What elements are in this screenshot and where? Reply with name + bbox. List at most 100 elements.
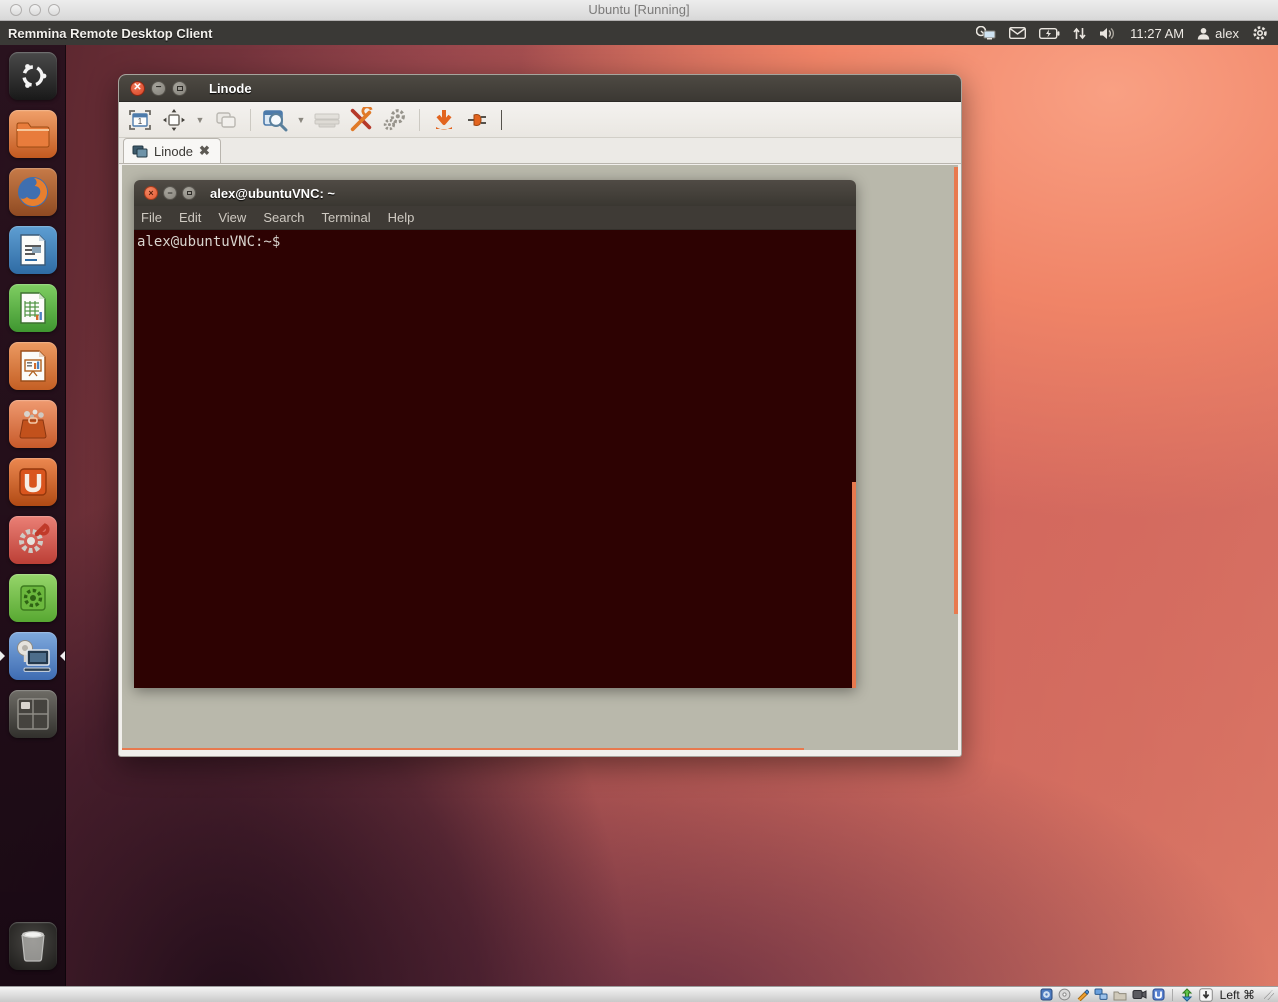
launcher-item-dash-home[interactable] — [9, 52, 57, 100]
panel-app-title[interactable]: Remmina Remote Desktop Client — [8, 26, 212, 41]
tablet-pen-icon[interactable] — [1076, 988, 1089, 1001]
toolbar-separator — [419, 109, 420, 131]
scaled-mode-icon — [162, 108, 186, 132]
unity-launcher — [0, 45, 66, 986]
host-key-label: Left ⌘ — [1220, 988, 1255, 1002]
viewport-bottom-artifact — [122, 748, 804, 750]
remmina-focused-indicator — [60, 651, 65, 661]
launcher-item-libreoffice-calc[interactable] — [9, 284, 57, 332]
optical-drives-icon[interactable] — [1058, 988, 1071, 1001]
launcher-item-firefox[interactable] — [9, 168, 57, 216]
user-icon — [1197, 27, 1210, 40]
terminal-minimize-button[interactable]: − — [163, 186, 177, 200]
maximize-glyph — [187, 191, 192, 195]
volume-indicator-icon[interactable] — [1099, 27, 1117, 40]
launcher-item-system-settings[interactable] — [9, 516, 57, 564]
minimize-arrow-icon — [432, 108, 456, 132]
menu-search[interactable]: Search — [263, 210, 304, 225]
fullscreen-button[interactable]: 1 — [127, 107, 153, 133]
terminal-titlebar[interactable]: × − alex@ubuntuVNC: ~ — [134, 180, 856, 206]
launcher-item-trash[interactable] — [9, 922, 57, 970]
remote-desktop-indicator-icon[interactable] — [976, 26, 996, 40]
launcher-item-home-folder[interactable] — [9, 110, 57, 158]
ubuntu-software-center-icon — [15, 406, 51, 442]
scaled-mode-button[interactable] — [161, 107, 187, 133]
disconnect-plug-icon — [465, 109, 491, 131]
mouse-integration-icon[interactable] — [1180, 988, 1194, 1002]
firefox-icon — [14, 173, 52, 211]
remmina-close-button[interactable]: ✕ — [130, 81, 145, 96]
resize-grip[interactable] — [1264, 990, 1274, 1000]
terminal-close-button[interactable]: × — [144, 186, 158, 200]
network-adapters-icon[interactable] — [1094, 988, 1108, 1001]
network-sync-indicator-icon[interactable] — [1073, 27, 1086, 40]
user-indicator[interactable]: alex — [1197, 26, 1239, 41]
connection-tab-close-button[interactable]: ✖ — [199, 143, 210, 159]
maximize-glyph — [177, 86, 183, 91]
menu-terminal[interactable]: Terminal — [322, 210, 371, 225]
clock-indicator[interactable]: 11:27 AM — [1130, 26, 1184, 41]
keyboard-capture-icon[interactable] — [1199, 988, 1213, 1002]
grab-keyboard-icon — [314, 111, 340, 129]
usb-devices-icon[interactable] — [1152, 988, 1165, 1001]
launcher-item-ubuntu-one[interactable] — [9, 458, 57, 506]
terminal-border-artifact — [852, 482, 856, 688]
libreoffice-calc-icon — [18, 291, 48, 325]
hard-disks-icon[interactable] — [1040, 988, 1053, 1001]
battery-indicator-icon[interactable] — [1039, 28, 1060, 39]
libreoffice-impress-icon — [18, 349, 48, 383]
connection-tab-linode[interactable]: Linode ✖ — [123, 138, 221, 163]
mail-indicator-icon[interactable] — [1009, 27, 1026, 39]
screenshot-options-dropdown[interactable]: ▼ — [296, 115, 306, 125]
virtualbox-vm-screen: Ubuntu [Running] Remmina Remote Desktop … — [0, 0, 1278, 1002]
switch-page-icon — [214, 110, 238, 130]
grab-keyboard-button[interactable] — [314, 107, 340, 133]
launcher-item-libreoffice-impress[interactable] — [9, 342, 57, 390]
remmina-icon — [14, 638, 52, 674]
menu-file[interactable]: File — [141, 210, 162, 225]
video-capture-icon[interactable] — [1132, 989, 1147, 1000]
shared-folders-icon[interactable] — [1113, 989, 1127, 1001]
switch-page-button[interactable] — [213, 107, 239, 133]
trash-icon — [18, 929, 48, 963]
statusbar-separator — [1172, 989, 1173, 1001]
host-window-titlebar[interactable]: Ubuntu [Running] — [0, 0, 1278, 21]
remmina-running-indicator — [0, 651, 5, 661]
remmina-minimize-button[interactable]: − — [151, 81, 166, 96]
screenshot-icon — [262, 108, 288, 132]
remmina-window: ✕ − Linode 1 — [118, 74, 962, 757]
preferences-gears-icon — [382, 107, 408, 133]
toolbar-caret-line — [501, 110, 502, 130]
menu-edit[interactable]: Edit — [179, 210, 201, 225]
ubuntu-one-icon — [16, 465, 50, 499]
launcher-item-remmina[interactable] — [9, 632, 57, 680]
launcher-item-update-manager[interactable] — [9, 574, 57, 622]
launcher-item-libreoffice-writer[interactable] — [9, 226, 57, 274]
workspace-switcher-icon — [15, 696, 51, 732]
remmina-maximize-button[interactable] — [172, 81, 187, 96]
menu-view[interactable]: View — [218, 210, 246, 225]
screenshot-button[interactable] — [262, 107, 288, 133]
dash-home-icon — [16, 59, 50, 93]
terminal-window-title: alex@ubuntuVNC: ~ — [210, 186, 335, 201]
minimize-session-button[interactable] — [431, 107, 457, 133]
launcher-item-ubuntu-software-center[interactable] — [9, 400, 57, 448]
terminal-maximize-button[interactable] — [182, 186, 196, 200]
remmina-titlebar[interactable]: ✕ − Linode — [119, 75, 961, 102]
update-manager-icon — [16, 581, 50, 615]
disconnect-button[interactable] — [465, 107, 491, 133]
scale-options-dropdown[interactable]: ▼ — [195, 115, 205, 125]
session-gear-icon[interactable] — [1252, 25, 1268, 41]
connection-tab-icon — [132, 145, 148, 158]
terminal-content[interactable]: alex@ubuntuVNC:~$ — [134, 230, 856, 688]
menu-help[interactable]: Help — [388, 210, 415, 225]
launcher-item-workspace-switcher[interactable] — [9, 690, 57, 738]
remote-terminal-window[interactable]: × − alex@ubuntuVNC: ~ File Edit View Sea… — [134, 180, 856, 688]
remmina-tab-strip: Linode ✖ — [119, 138, 961, 164]
preferences-button[interactable] — [382, 107, 408, 133]
user-name: alex — [1215, 26, 1239, 41]
vnc-viewport[interactable]: × − alex@ubuntuVNC: ~ File Edit View Sea… — [122, 165, 958, 750]
tools-button[interactable] — [348, 107, 374, 133]
viewport-right-artifact — [954, 167, 958, 614]
vbox-status-bar: Left ⌘ — [0, 986, 1278, 1002]
